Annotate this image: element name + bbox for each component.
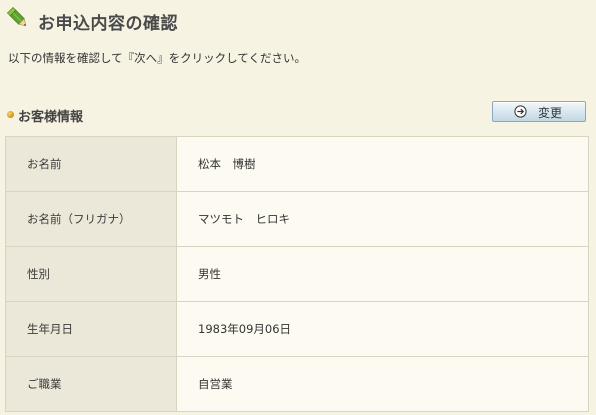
row-label-occupation: ご職業 xyxy=(5,356,177,412)
table-row: 性別 男性 xyxy=(5,246,589,302)
row-label-gender: 性別 xyxy=(5,246,177,302)
row-label-birthdate: 生年月日 xyxy=(5,301,177,357)
row-value-name: 松本 博樹 xyxy=(176,136,589,192)
table-row: お名前 松本 博樹 xyxy=(5,136,589,192)
row-value-gender: 男性 xyxy=(176,246,589,302)
intro-text: 以下の情報を確認して『次へ』をクリックしてください。 xyxy=(8,51,306,65)
table-row: 生年月日 1983年09月06日 xyxy=(5,301,589,357)
row-label-name: お名前 xyxy=(5,136,177,192)
customer-info-table: お名前 松本 博樹 お名前（フリガナ） マツモト ヒロキ 性別 男性 生年月日 … xyxy=(5,136,589,412)
page-header: お申込内容の確認 xyxy=(0,0,596,40)
table-row: お名前（フリガナ） マツモト ヒロキ xyxy=(5,191,589,247)
pencil-icon xyxy=(6,6,27,27)
row-value-occupation: 自営業 xyxy=(176,356,589,412)
row-value-birthdate: 1983年09月06日 xyxy=(176,301,589,357)
change-button[interactable]: 変更 xyxy=(492,101,586,122)
section-title: お客様情報 xyxy=(18,110,84,125)
table-row: ご職業 自営業 xyxy=(5,356,589,412)
row-label-name-kana: お名前（フリガナ） xyxy=(5,191,177,247)
bullet-icon xyxy=(7,111,14,118)
circle-arrow-right-icon xyxy=(514,105,527,118)
page-title: お申込内容の確認 xyxy=(38,14,178,34)
row-value-name-kana: マツモト ヒロキ xyxy=(176,191,589,247)
change-button-label: 変更 xyxy=(538,106,563,120)
